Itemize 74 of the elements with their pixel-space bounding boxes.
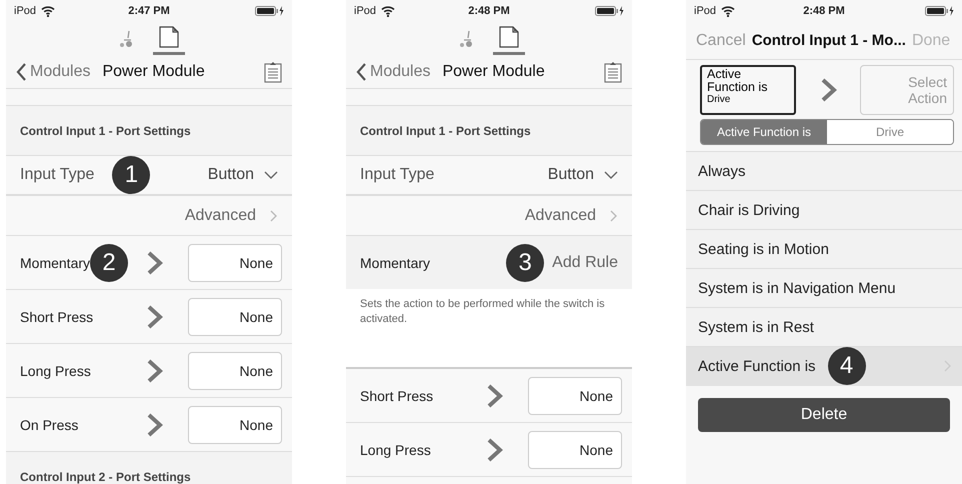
- section-header: Control Input 1 - Port Settings: [6, 106, 292, 156]
- action-select-box[interactable]: None: [528, 430, 622, 468]
- chevron-right-icon: [146, 250, 163, 274]
- chevron-down-icon: [604, 170, 618, 180]
- list-item[interactable]: Chair is Driving: [686, 191, 962, 230]
- document-icon[interactable]: [159, 26, 179, 48]
- chevron-right-icon: [270, 210, 278, 222]
- chevron-right-icon: [610, 210, 618, 222]
- advanced-link[interactable]: Advanced: [184, 206, 278, 224]
- battery-icon: [925, 6, 954, 16]
- chevron-right-icon: [146, 412, 163, 436]
- section-header: Control Input 1 - Port Settings: [346, 106, 632, 156]
- dropdown[interactable]: Button: [548, 166, 618, 184]
- screen-title: Power Module: [442, 62, 546, 80]
- delete-button[interactable]: Delete: [698, 398, 950, 432]
- wheelchair-icon[interactable]: [119, 30, 133, 48]
- carrier-label: iPod: [354, 5, 376, 17]
- wifi-icon: [721, 5, 736, 17]
- chevron-right-icon: [820, 78, 836, 102]
- clipboard-icon[interactable]: [264, 60, 282, 82]
- field-label: On Press: [20, 416, 78, 432]
- back-button[interactable]: Modules: [16, 62, 90, 80]
- document-icon[interactable]: [499, 26, 519, 48]
- screen-title: Control Input 1 - Mo...: [752, 32, 906, 49]
- action-select-box[interactable]: None: [528, 376, 622, 414]
- status-time: 2:48 PM: [803, 5, 845, 17]
- action-select-box[interactable]: None: [188, 352, 282, 390]
- battery-icon: [255, 6, 284, 16]
- action-select-box[interactable]: None: [188, 406, 282, 444]
- field-label: Long Press: [360, 442, 431, 458]
- wifi-icon: [381, 5, 396, 17]
- chevron-right-icon: [146, 358, 163, 382]
- add-rule-button[interactable]: Add Rule: [552, 254, 618, 272]
- segment-tab[interactable]: Active Function is: [701, 120, 827, 144]
- back-chevron-icon[interactable]: [16, 62, 27, 80]
- action-select-box[interactable]: None: [188, 244, 282, 282]
- list-item[interactable]: System is in Rest: [686, 308, 962, 347]
- step-badge: 1: [112, 156, 150, 194]
- field-label: Momentary: [360, 254, 430, 270]
- field-label: Momentary: [20, 254, 90, 270]
- status-time: 2:48 PM: [468, 5, 510, 17]
- field-label: Long Press: [20, 362, 91, 378]
- back-button[interactable]: Modules: [356, 62, 430, 80]
- help-text: Sets the action to be performed while the switch is activated.: [346, 289, 632, 369]
- section-header: Control Input 2 - Port Settings: [6, 452, 292, 484]
- field-label: Short Press: [20, 308, 94, 324]
- list-item[interactable]: Seating is in Motion: [686, 230, 962, 269]
- chevron-right-icon: [146, 304, 163, 328]
- advanced-link[interactable]: Advanced: [524, 206, 618, 224]
- wifi-icon: [41, 5, 56, 17]
- carrier-label: iPod: [14, 5, 36, 17]
- step-badge: 2: [90, 244, 128, 282]
- field-label: Input Type: [360, 166, 434, 184]
- carrier-label: iPod: [694, 5, 716, 17]
- segment-tab[interactable]: Drive: [827, 120, 953, 144]
- step-badge: 3: [506, 244, 544, 282]
- action-select-box[interactable]: None: [188, 298, 282, 336]
- status-time: 2:47 PM: [128, 5, 170, 17]
- wheelchair-icon[interactable]: [459, 30, 473, 48]
- chevron-right-icon: [486, 384, 503, 408]
- dropdown[interactable]: Button: [208, 166, 278, 184]
- chevron-right-icon: [486, 438, 503, 462]
- clipboard-icon[interactable]: [604, 60, 622, 82]
- battery-icon: [595, 6, 624, 16]
- field-label: Input Type: [20, 166, 94, 184]
- screen-title: Power Module: [102, 62, 206, 80]
- list-item[interactable]: System is in Navigation Menu: [686, 269, 962, 308]
- back-chevron-icon[interactable]: [356, 62, 367, 80]
- list-item[interactable]: Active Function is 4: [686, 347, 962, 386]
- condition-box[interactable]: Active Function is Drive: [700, 65, 796, 115]
- field-label: Short Press: [360, 388, 434, 404]
- step-badge: 4: [828, 347, 866, 385]
- chevron-down-icon: [264, 170, 278, 180]
- list-item[interactable]: Always: [686, 152, 962, 191]
